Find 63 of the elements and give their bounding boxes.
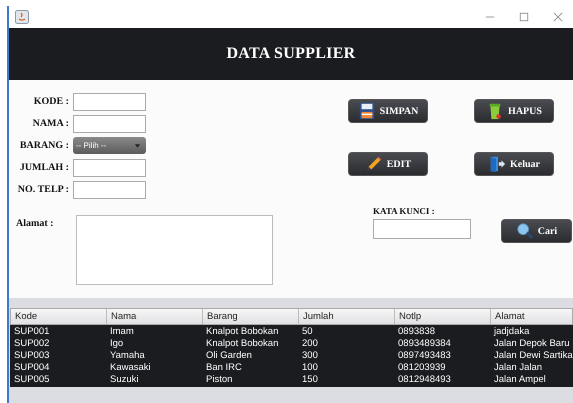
field-label: KODE : — [32, 95, 69, 109]
table-cell-text: 0893838 — [397, 326, 436, 338]
table-cell-text: SUP002 — [13, 338, 50, 350]
page-title: DATA SUPPLIER — [226, 45, 356, 63]
text-area[interactable] — [76, 215, 273, 285]
search-icon — [516, 222, 534, 240]
table-cell-text: 0897493483 — [397, 350, 452, 362]
table-cell-text: Oli Garden — [205, 350, 253, 362]
search-label: KATA KUNCI : — [373, 206, 436, 216]
input-field[interactable] — [73, 115, 146, 133]
table-cell-text: 081203939 — [397, 362, 447, 374]
column-header[interactable]: Notlp — [395, 309, 491, 324]
action-button[interactable]: SIMPAN — [348, 99, 428, 123]
table-cell-text: SUP001 — [13, 326, 50, 338]
table-cell-text: Igo — [109, 338, 124, 350]
table-cell-text: Jalan Ampel — [493, 374, 547, 386]
search-field[interactable] — [373, 219, 471, 239]
dropdown-arrow-icon — [134, 142, 141, 148]
table-cell-text: jadjdaka — [492, 326, 530, 338]
table-cell-text: 100 — [301, 362, 319, 374]
java-app-icon — [15, 10, 29, 24]
column-header[interactable]: Jumlah — [299, 309, 395, 324]
table-cell-text: 300 — [301, 350, 319, 362]
pencil-icon — [364, 155, 383, 173]
table-cell-text: Jalan Jalan — [493, 362, 544, 374]
table-cell-text: Knalpot Bobokan — [205, 326, 280, 338]
maximize-icon[interactable] — [519, 12, 529, 22]
close-icon[interactable] — [553, 12, 563, 22]
input-field[interactable] — [73, 93, 146, 111]
table-cell-text: SUP004 — [13, 362, 50, 374]
field-label: BARANG : — [18, 139, 69, 153]
table-cell-text: Suzuki — [109, 374, 140, 386]
table-cell-text: Jalan Depok Baru — [493, 338, 571, 350]
column-header[interactable]: Barang — [203, 309, 299, 324]
search-button[interactable]: Cari — [501, 219, 572, 243]
table-cell-text: 200 — [301, 338, 319, 350]
column-header[interactable]: Alamat — [491, 309, 572, 324]
table-cell-text: 50 — [301, 326, 314, 338]
table-cell-text: 150 — [301, 374, 319, 386]
action-button[interactable]: EDIT — [348, 152, 428, 176]
column-header[interactable]: Kode — [11, 309, 107, 324]
table-cell-text: Kawasaki — [109, 362, 152, 374]
table-cell-text: Jalan Dewi Sartika — [493, 350, 573, 362]
table-cell-text: 0893489384 — [397, 338, 452, 350]
table-cell-text: SUP005 — [13, 374, 50, 386]
column-header[interactable]: Nama — [107, 309, 203, 324]
field-label: JUMLAH : — [18, 161, 69, 175]
table-cell-text: Imam — [109, 326, 135, 338]
field-label: Alamat : — [15, 217, 54, 231]
table-cell-text: SUP003 — [13, 350, 50, 362]
exit-door-icon — [488, 155, 506, 173]
table-cell-text: 0812948493 — [397, 374, 452, 386]
table-cell-text: Piston — [205, 374, 234, 386]
action-button[interactable]: Keluar — [474, 152, 554, 176]
table-cell-text: Yamaha — [109, 350, 146, 362]
table-cell-text: Knalpot Bobokan — [205, 338, 280, 350]
dropdown[interactable]: -- Pilih -- — [73, 137, 146, 154]
table-cell-text: Ban IRC — [205, 362, 243, 374]
input-field[interactable] — [73, 159, 146, 177]
field-label: NAMA : — [32, 117, 69, 131]
field-label: NO. TELP : — [16, 183, 69, 197]
action-button[interactable]: HAPUS — [474, 99, 554, 123]
input-field[interactable] — [73, 181, 146, 199]
